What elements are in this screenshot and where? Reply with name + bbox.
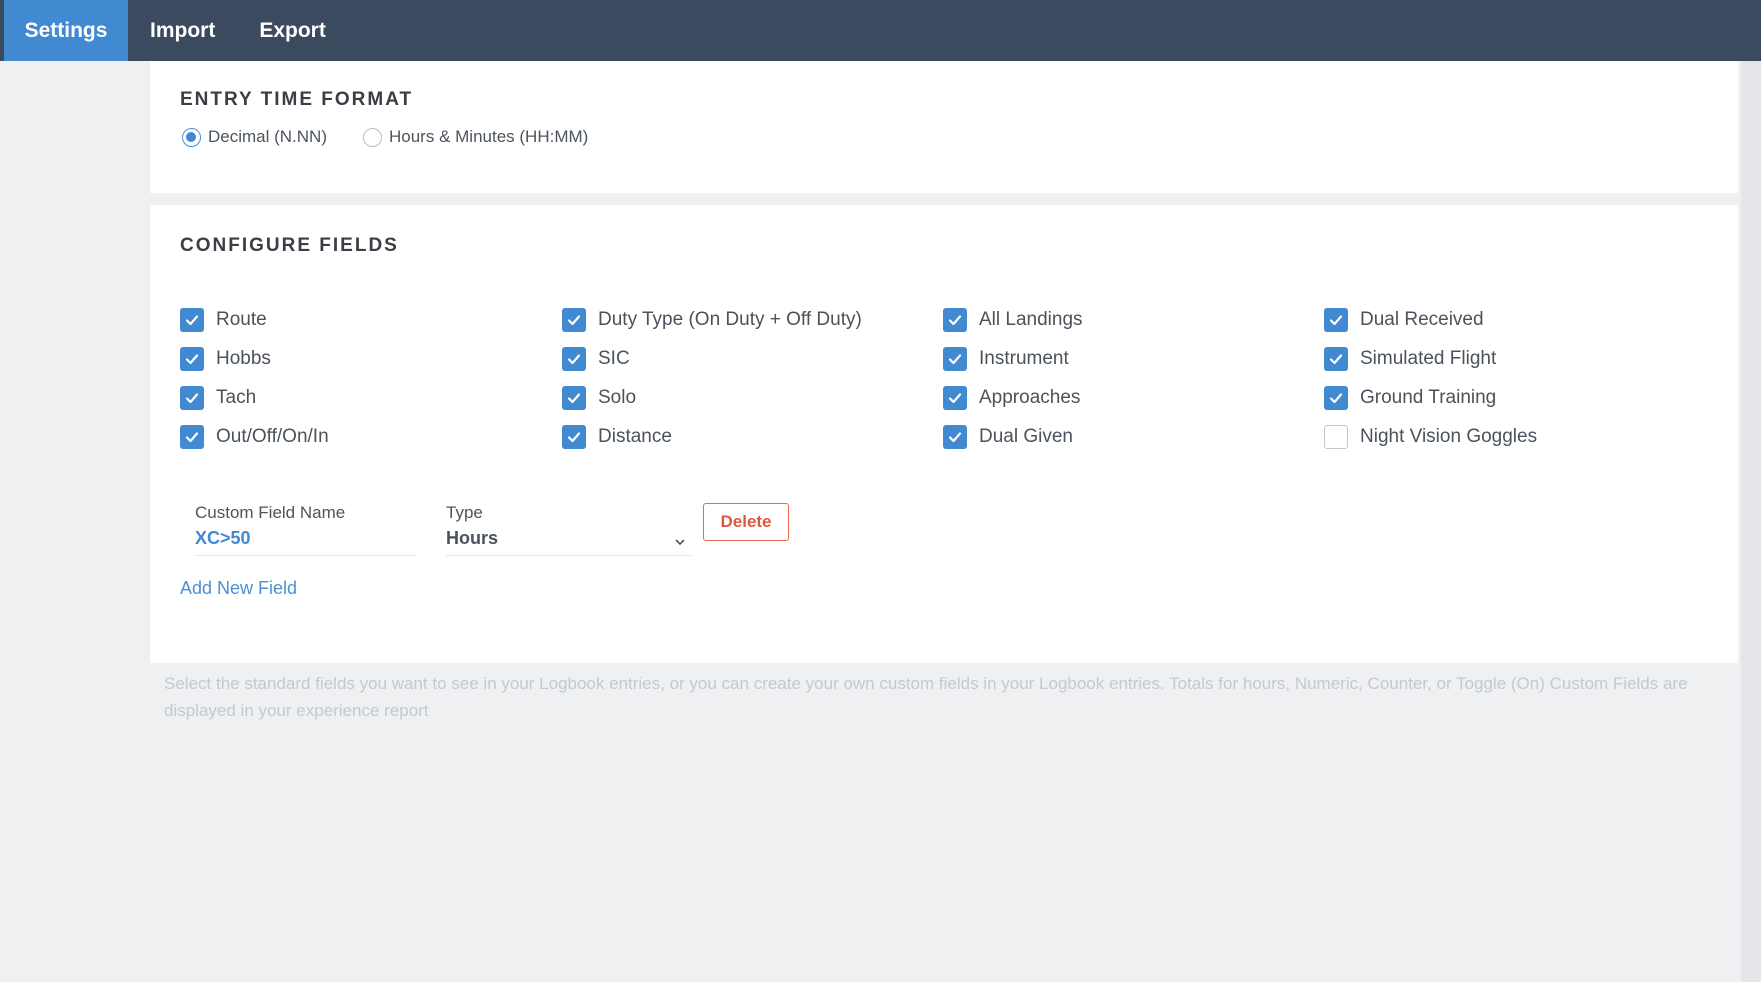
field-checkbox-item[interactable]: Duty Type (On Duty + Off Duty): [562, 308, 862, 332]
checkbox-checked-icon[interactable]: [562, 308, 586, 332]
field-checkbox-label: Approaches: [979, 387, 1081, 408]
field-checkbox-label: Hobbs: [216, 348, 271, 369]
checkbox-unchecked-icon[interactable]: [1324, 425, 1348, 449]
checkbox-checked-icon[interactable]: [562, 347, 586, 371]
custom-field-name-value[interactable]: XC>50: [195, 528, 251, 548]
field-checkbox-label: Out/Off/On/In: [216, 426, 329, 447]
chevron-down-icon[interactable]: [673, 535, 687, 549]
field-checkbox-item[interactable]: Distance: [562, 425, 672, 449]
checkbox-checked-icon[interactable]: [180, 386, 204, 410]
top-nav-bar: Settings Import Export: [0, 0, 1761, 61]
field-checkbox-label: Distance: [598, 426, 672, 447]
radio-hours-minutes[interactable]: Hours & Minutes (HH:MM): [363, 127, 588, 147]
entry-time-format-title: ENTRY TIME FORMAT: [180, 89, 414, 110]
radio-decimal[interactable]: Decimal (N.NN): [182, 127, 327, 147]
checkbox-checked-icon[interactable]: [180, 425, 204, 449]
field-checkbox-label: Duty Type (On Duty + Off Duty): [598, 309, 862, 330]
configure-fields-title: CONFIGURE FIELDS: [180, 235, 399, 256]
field-checkbox-label: Tach: [216, 387, 257, 408]
field-checkbox-item[interactable]: Out/Off/On/In: [180, 425, 329, 449]
field-checkbox-label: Instrument: [979, 348, 1069, 369]
checkbox-checked-icon[interactable]: [1324, 308, 1348, 332]
field-checkbox-item[interactable]: Tach: [180, 386, 256, 410]
checkbox-checked-icon[interactable]: [180, 308, 204, 332]
field-checkbox-item[interactable]: Dual Received: [1324, 308, 1484, 332]
checkbox-checked-icon[interactable]: [943, 347, 967, 371]
field-checkbox-item[interactable]: Solo: [562, 386, 636, 410]
field-checkbox-label: Solo: [598, 387, 637, 408]
tab-export[interactable]: Export: [237, 0, 348, 61]
field-checkbox-item[interactable]: Approaches: [943, 386, 1080, 410]
checkbox-checked-icon[interactable]: [1324, 347, 1348, 371]
field-checkbox-label: Night Vision Goggles: [1360, 426, 1538, 447]
tab-settings[interactable]: Settings: [4, 0, 128, 61]
field-checkbox-label: Route: [216, 309, 267, 330]
field-checkbox-item[interactable]: Route: [180, 308, 267, 332]
field-checkbox-label: Simulated Flight: [1360, 348, 1497, 369]
scrollbar-track[interactable]: [1741, 61, 1761, 982]
configure-fields-panel: CONFIGURE FIELDS Route Hobbs Tach Out/Off/O…: [150, 205, 1738, 663]
field-checkbox-item[interactable]: Simulated Flight: [1324, 347, 1496, 371]
radio-hours-minutes-label: Hours & Minutes (HH:MM): [389, 127, 589, 146]
field-checkbox-item[interactable]: SIC: [562, 347, 630, 371]
checkbox-checked-icon[interactable]: [943, 308, 967, 332]
custom-field-type-value[interactable]: Hours: [446, 528, 498, 548]
field-checkbox-label: Dual Given: [979, 426, 1073, 447]
field-checkbox-label: SIC: [598, 348, 630, 369]
entry-time-format-panel: ENTRY TIME FORMAT Decimal (N.NN) Hours &…: [150, 61, 1738, 193]
field-checkbox-label: Ground Training: [1360, 387, 1497, 408]
radio-unselected-icon[interactable]: [363, 127, 382, 147]
help-text: Select the standard fields you want to s…: [164, 674, 1688, 720]
checkbox-checked-icon[interactable]: [562, 425, 586, 449]
field-checkbox-item[interactable]: Hobbs: [180, 347, 271, 371]
add-new-field-link[interactable]: Add New Field: [180, 578, 297, 599]
checkbox-checked-icon[interactable]: [562, 386, 586, 410]
field-checkbox-item[interactable]: Night Vision Goggles: [1324, 425, 1537, 449]
time-format-radio-group: Decimal (N.NN) Hours & Minutes (HH:MM): [182, 127, 624, 147]
checkbox-checked-icon[interactable]: [943, 425, 967, 449]
checkbox-checked-icon[interactable]: [180, 347, 204, 371]
tab-import[interactable]: Import: [128, 0, 237, 61]
field-checkbox-label: All Landings: [979, 309, 1083, 330]
field-checkbox-label: Dual Received: [1360, 309, 1484, 330]
custom-field-type-select[interactable]: Type Hours: [446, 503, 691, 556]
custom-field-name-input[interactable]: Custom Field Name XC>50: [195, 503, 415, 556]
checkbox-checked-icon[interactable]: [1324, 386, 1348, 410]
checkbox-checked-icon[interactable]: [943, 386, 967, 410]
radio-selected-icon[interactable]: [182, 127, 201, 147]
custom-field-name-label: Custom Field Name: [195, 503, 346, 522]
field-checkbox-item[interactable]: Ground Training: [1324, 386, 1496, 410]
field-checkbox-item[interactable]: Instrument: [943, 347, 1069, 371]
custom-field-type-label: Type: [446, 503, 483, 522]
delete-field-button[interactable]: Delete: [703, 503, 789, 541]
radio-decimal-label: Decimal (N.NN): [208, 127, 327, 146]
field-checkbox-item[interactable]: All Landings: [943, 308, 1083, 332]
field-checkbox-item[interactable]: Dual Given: [943, 425, 1073, 449]
